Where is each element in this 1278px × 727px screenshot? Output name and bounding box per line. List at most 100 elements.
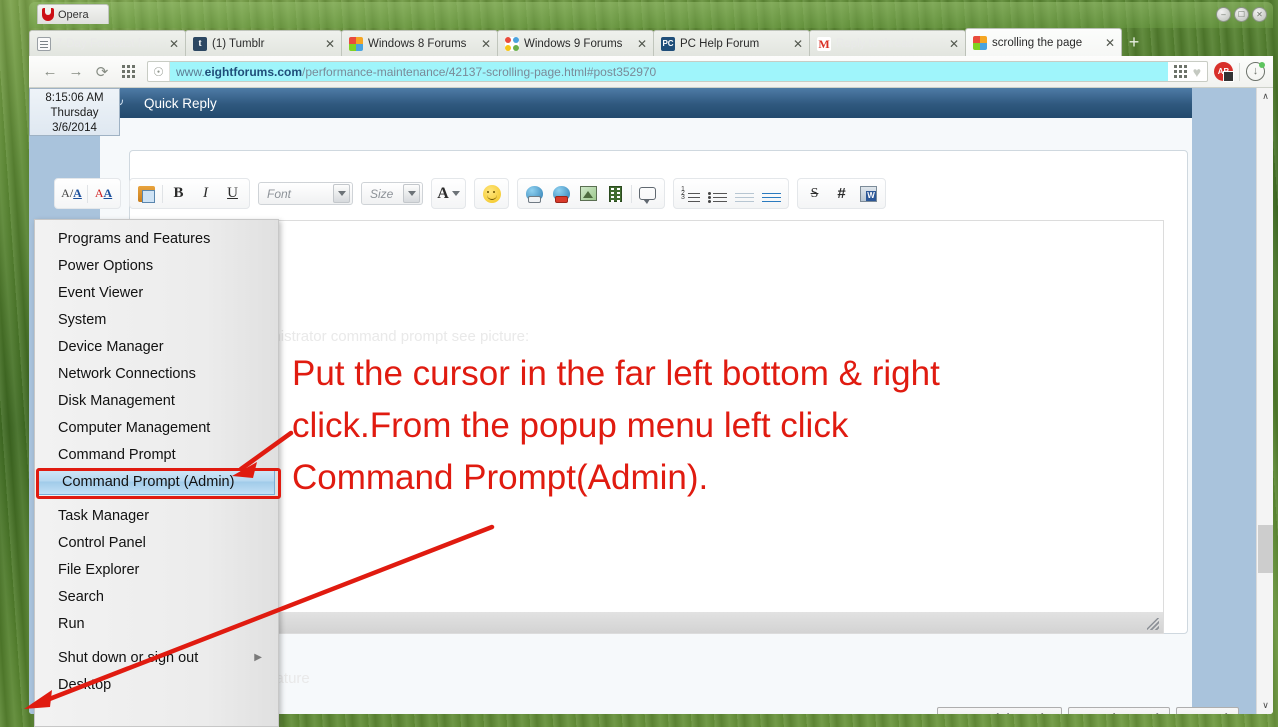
reload-icon[interactable]: ⟳ (89, 60, 115, 84)
annotation-line-3: Command Prompt(Admin). (292, 458, 709, 497)
desktop-wallpaper: Opera – ☐ ✕ 7-Day Forecast for Lat ✕ t (… (0, 0, 1278, 727)
maximize-button[interactable]: ☐ (1234, 7, 1249, 22)
close-button[interactable]: ✕ (1252, 7, 1267, 22)
tab-close-icon[interactable]: ✕ (947, 37, 961, 51)
tab-title: (1) Tumblr (212, 37, 265, 50)
insert-image-icon[interactable] (575, 181, 602, 206)
tab-close-icon[interactable]: ✕ (1103, 36, 1117, 50)
menu-item-network-connections[interactable]: Network Connections (35, 360, 278, 387)
size-select[interactable]: Size (361, 182, 423, 205)
outdent-icon[interactable] (731, 181, 758, 206)
browser-tab[interactable]: 7-Day Forecast for Lat ✕ (29, 30, 186, 56)
font-select[interactable]: Font (258, 182, 353, 205)
back-icon[interactable]: ← (37, 60, 63, 84)
bookmark-heart-icon[interactable]: ♥ (1193, 64, 1201, 80)
menu-item-desktop[interactable]: Desktop (35, 671, 278, 698)
browser-tab[interactable]: Windows 9 Forums ✕ (497, 30, 654, 56)
browser-tab[interactable]: M Reply to thread 'scrolli ✕ (809, 30, 966, 56)
quick-reply-title: Quick Reply (144, 95, 217, 111)
speed-dial-grid-icon[interactable] (115, 60, 141, 84)
tab-close-icon[interactable]: ✕ (635, 37, 649, 51)
opera-logo-icon (42, 8, 54, 21)
downloads-icon[interactable]: ↓ (1246, 62, 1265, 81)
opera-app-name: Opera (58, 8, 89, 21)
underline-icon[interactable]: U (219, 181, 246, 206)
menu-item-system[interactable]: System (35, 306, 278, 333)
menu-item-device-manager[interactable]: Device Manager (35, 333, 278, 360)
menu-item-run[interactable]: Run (35, 610, 278, 637)
forward-icon[interactable]: → (63, 60, 89, 84)
cancel-button[interactable]: Cancel (1176, 707, 1239, 714)
page-scrollbar[interactable]: ∧ ∨ (1256, 88, 1273, 714)
insert-group (517, 178, 665, 209)
clock-time: 8:15:06 AM (45, 92, 104, 104)
menu-item-search[interactable]: Search (35, 583, 278, 610)
adblock-plus-icon[interactable]: AB (1214, 62, 1234, 82)
toolbar-divider (162, 184, 163, 203)
tab-close-icon[interactable]: ✕ (479, 37, 493, 51)
document-icon (37, 36, 51, 51)
browser-tab-active[interactable]: scrolling the page ✕ (965, 28, 1122, 56)
insert-link-icon[interactable] (521, 181, 548, 206)
chevron-down-icon[interactable] (333, 184, 350, 203)
strikethrough-icon[interactable]: S (801, 181, 828, 206)
remove-text-formatting-icon[interactable]: A/A (58, 181, 85, 206)
insert-video-icon[interactable] (602, 181, 629, 206)
bold-icon[interactable]: B (165, 181, 192, 206)
browser-tab[interactable]: Windows 8 Forums ✕ (341, 30, 498, 56)
ordered-list-icon[interactable]: 123 (677, 181, 704, 206)
toolbar-divider (631, 184, 632, 203)
url-domain: eightforums.com (204, 64, 303, 79)
tab-title: scrolling the page (992, 36, 1083, 49)
italic-icon[interactable]: I (192, 181, 219, 206)
menu-item-event-viewer[interactable]: Event Viewer (35, 279, 278, 306)
windows8-icon (349, 36, 363, 51)
menu-item-task-manager[interactable]: Task Manager (35, 502, 278, 529)
go-advanced-button[interactable]: Go Advanced (1067, 707, 1170, 714)
browser-tab[interactable]: PC PC Help Forum ✕ (653, 30, 810, 56)
unordered-list-icon[interactable] (704, 181, 731, 206)
menu-item-file-explorer[interactable]: File Explorer (35, 556, 278, 583)
tab-close-icon[interactable]: ✕ (323, 37, 337, 51)
remove-link-icon[interactable] (548, 181, 575, 206)
hash-icon[interactable]: # (828, 181, 855, 206)
minimize-button[interactable]: – (1216, 7, 1231, 22)
menu-item-control-panel[interactable]: Control Panel (35, 529, 278, 556)
chevron-down-icon[interactable] (403, 184, 420, 203)
menu-item-shut-down-or-sign-out[interactable]: Shut down or sign out ▶ (35, 644, 278, 671)
color-group: A (431, 178, 466, 209)
address-bar[interactable]: ☉ www.eightforums.com/performance-mainte… (147, 61, 1208, 82)
remove-formatting-red-icon[interactable]: AA (90, 181, 117, 206)
url-path: /performance-maintenance/42137-scrolling… (302, 64, 657, 79)
paste-from-word-icon[interactable] (133, 181, 160, 206)
url-text[interactable]: www.eightforums.com/performance-maintena… (170, 62, 1168, 81)
size-select-value: Size (370, 186, 394, 201)
tab-close-icon[interactable]: ✕ (791, 37, 805, 51)
menu-item-programs-and-features[interactable]: Programs and Features (35, 225, 278, 252)
font-color-icon[interactable]: A (435, 181, 462, 206)
scrollbar-thumb[interactable] (1258, 525, 1273, 573)
post-quick-reply-button[interactable]: Post Quick Reply (937, 707, 1062, 714)
formatting-group-1: A/A AA (54, 178, 121, 209)
url-host: www.eightforums.com (176, 65, 302, 79)
page-info-icon[interactable]: ☉ (148, 62, 170, 81)
editor-toolbar: A/A AA B I U Font Size A 1 2 3 S # W (54, 177, 1065, 210)
browser-tab[interactable]: t (1) Tumblr ✕ (185, 30, 342, 56)
tab-strip: 7-Day Forecast for Lat ✕ t (1) Tumblr ✕ … (29, 28, 1273, 56)
extensions-grid-icon[interactable] (1173, 65, 1187, 78)
smilie-icon[interactable] (478, 181, 505, 206)
indent-icon[interactable] (758, 181, 785, 206)
menu-item-command-prompt[interactable]: Command Prompt (35, 441, 278, 468)
menu-item-computer-management[interactable]: Computer Management (35, 414, 278, 441)
paste-word-doc-icon[interactable] (855, 181, 882, 206)
resize-grip-icon[interactable] (1147, 618, 1159, 630)
url-www-prefix: www. (176, 64, 205, 79)
wrap-quotes-icon[interactable] (634, 181, 661, 206)
scroll-up-arrow-icon[interactable]: ∧ (1257, 88, 1273, 105)
menu-item-disk-management[interactable]: Disk Management (35, 387, 278, 414)
scroll-down-arrow-icon[interactable]: ∨ (1257, 697, 1273, 714)
editor-status-bar (154, 612, 1164, 634)
menu-item-power-options[interactable]: Power Options (35, 252, 278, 279)
new-tab-button[interactable]: + (1121, 30, 1147, 56)
tab-close-icon[interactable]: ✕ (167, 37, 181, 51)
